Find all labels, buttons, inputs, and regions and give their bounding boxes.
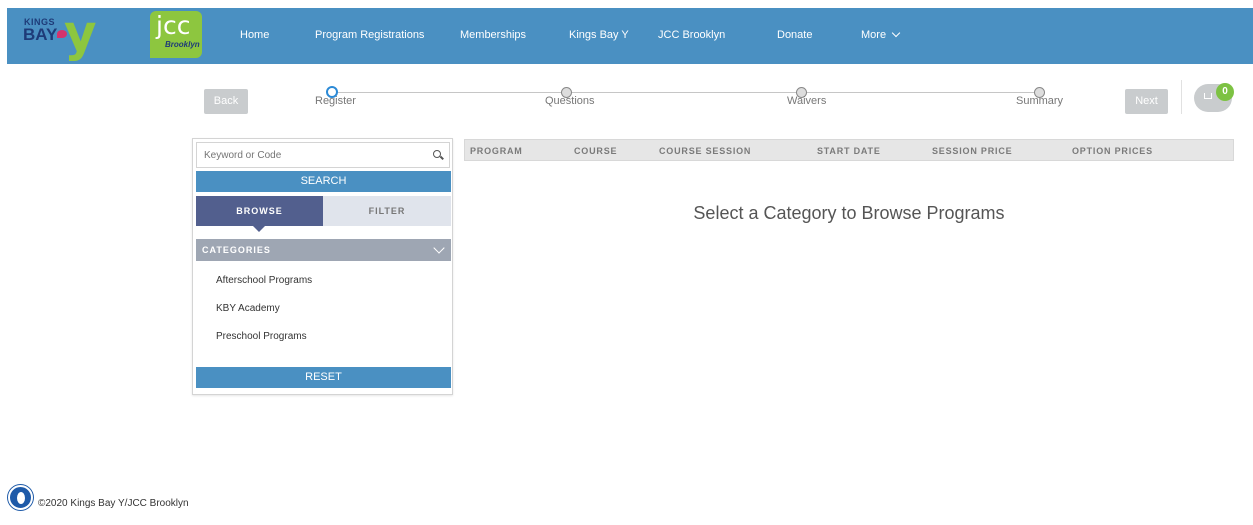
search-icon[interactable] bbox=[433, 150, 441, 158]
nav-jcc-brooklyn[interactable]: JCC Brooklyn bbox=[658, 29, 725, 41]
nav-home[interactable]: Home bbox=[240, 29, 269, 41]
logo-brooklyn-text: Brooklyn bbox=[165, 40, 200, 49]
back-button[interactable]: Back bbox=[204, 89, 248, 114]
top-margin bbox=[0, 0, 1253, 8]
nav-donate[interactable]: Donate bbox=[777, 29, 812, 41]
programs-table-header: PROGRAM COURSE COURSE SESSION START DATE… bbox=[464, 139, 1234, 161]
empty-state-message: Select a Category to Browse Programs bbox=[693, 203, 1005, 223]
reset-button[interactable]: RESET bbox=[196, 367, 451, 388]
search-button[interactable]: SEARCH bbox=[196, 171, 451, 192]
logo-y-text: y bbox=[64, 4, 97, 62]
next-button[interactable]: Next bbox=[1125, 89, 1168, 114]
tab-filter[interactable]: FILTER bbox=[323, 196, 451, 226]
search-box bbox=[196, 142, 450, 168]
stepper-track bbox=[331, 92, 1035, 93]
tab-browse[interactable]: BROWSE bbox=[196, 196, 323, 232]
category-afterschool-programs[interactable]: Afterschool Programs bbox=[216, 275, 312, 286]
step-register-label[interactable]: Register bbox=[315, 95, 356, 107]
cart-count-badge: 0 bbox=[1216, 83, 1234, 101]
col-session-price[interactable]: SESSION PRICE bbox=[932, 146, 1012, 156]
nav-program-registrations[interactable]: Program Registrations bbox=[315, 29, 424, 41]
col-course-session[interactable]: COURSE SESSION bbox=[659, 146, 751, 156]
step-summary-label[interactable]: Summary bbox=[1016, 95, 1063, 107]
footer-copyright: ©2020 Kings Bay Y/JCC Brooklyn bbox=[38, 498, 189, 509]
logo-jcc-text: jcc bbox=[156, 11, 191, 40]
nav-more[interactable]: More bbox=[861, 28, 901, 41]
site-header: KINGS BAY y jcc Brooklyn Home Program Re… bbox=[7, 4, 1253, 64]
jcc-brooklyn-logo[interactable]: jcc Brooklyn bbox=[150, 11, 202, 58]
chevron-down-icon bbox=[891, 28, 901, 38]
federation-logo bbox=[8, 485, 33, 510]
col-course[interactable]: COURSE bbox=[574, 146, 617, 156]
category-preschool-programs[interactable]: Preschool Programs bbox=[216, 331, 307, 342]
kings-bay-y-logo[interactable]: KINGS BAY y bbox=[20, 4, 125, 62]
logo-bay-text: BAY bbox=[23, 25, 58, 44]
nav-more-label: More bbox=[861, 29, 887, 41]
col-start-date[interactable]: START DATE bbox=[817, 146, 881, 156]
cart-icon bbox=[1204, 93, 1212, 99]
col-program[interactable]: PROGRAM bbox=[470, 146, 523, 156]
categories-header[interactable]: CATEGORIES bbox=[196, 239, 451, 261]
step-waivers-label[interactable]: Waivers bbox=[787, 95, 826, 107]
chevron-down-icon bbox=[433, 242, 445, 254]
categories-label: CATEGORIES bbox=[202, 245, 271, 255]
step-questions-label[interactable]: Questions bbox=[545, 95, 595, 107]
nav-memberships[interactable]: Memberships bbox=[460, 29, 526, 41]
search-input[interactable] bbox=[197, 143, 422, 167]
category-kby-academy[interactable]: KBY Academy bbox=[216, 303, 280, 314]
nav-kings-bay-y[interactable]: Kings Bay Y bbox=[569, 29, 629, 41]
divider bbox=[1181, 80, 1182, 114]
search-panel: SEARCH BROWSE FILTER CATEGORIES Aftersch… bbox=[192, 138, 453, 395]
col-option-prices[interactable]: OPTION PRICES bbox=[1072, 146, 1153, 156]
